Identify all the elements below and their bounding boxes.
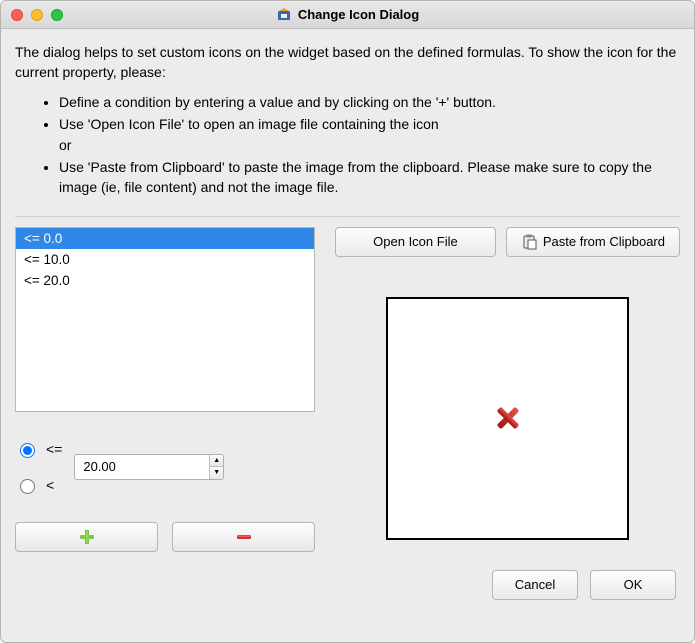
operator-radios: <= < — [15, 440, 62, 494]
radio-lte-input[interactable] — [20, 443, 35, 458]
dialog-content: The dialog helps to set custom icons on … — [1, 29, 694, 642]
window-title-wrap: Change Icon Dialog — [1, 7, 694, 23]
app-icon — [276, 7, 292, 23]
open-icon-file-button[interactable]: Open Icon File — [335, 227, 496, 257]
help-bullet-2: Use 'Open Icon File' to open an image fi… — [59, 114, 680, 155]
cancel-button[interactable]: Cancel — [492, 570, 578, 600]
icon-source-buttons: Open Icon File Paste from Clipboard — [335, 227, 680, 257]
ok-button[interactable]: OK — [590, 570, 676, 600]
radio-lte-label: <= — [46, 441, 62, 457]
left-column: <= 0.0<= 10.0<= 20.0 <= < — [15, 227, 315, 552]
clipboard-icon — [521, 234, 537, 250]
add-condition-button[interactable] — [15, 522, 158, 552]
value-spinner-wrap: ▲ ▼ — [74, 440, 315, 494]
paste-from-clipboard-button[interactable]: Paste from Clipboard — [506, 227, 680, 257]
condition-list-item[interactable]: <= 0.0 — [16, 228, 314, 249]
titlebar: Change Icon Dialog — [1, 1, 694, 29]
radio-lte[interactable]: <= — [15, 440, 62, 458]
value-spinner[interactable]: ▲ ▼ — [74, 454, 224, 480]
help-bullets: Define a condition by entering a value a… — [15, 92, 680, 199]
value-input[interactable] — [75, 455, 209, 479]
radio-lt-input[interactable] — [20, 479, 35, 494]
window-title: Change Icon Dialog — [298, 7, 419, 22]
right-column: Open Icon File Paste from Clipboard — [335, 227, 680, 552]
icon-preview — [386, 297, 629, 540]
condition-editor: <= < ▲ ▼ — [15, 440, 315, 494]
plus-icon — [78, 528, 96, 546]
spinner-up[interactable]: ▲ — [210, 455, 223, 468]
spinner-buttons: ▲ ▼ — [209, 455, 223, 479]
condition-list[interactable]: <= 0.0<= 10.0<= 20.0 — [15, 227, 315, 412]
radio-lt[interactable]: < — [15, 476, 62, 494]
condition-list-item[interactable]: <= 10.0 — [16, 249, 314, 270]
minus-icon — [235, 528, 253, 546]
help-bullet-3: Use 'Paste from Clipboard' to paste the … — [59, 157, 680, 198]
spinner-down[interactable]: ▼ — [210, 467, 223, 479]
change-icon-dialog: Change Icon Dialog The dialog helps to s… — [0, 0, 695, 643]
help-bullet-1: Define a condition by entering a value a… — [59, 92, 680, 112]
help-intro: The dialog helps to set custom icons on … — [15, 43, 680, 82]
add-remove-row — [15, 522, 315, 552]
remove-condition-button[interactable] — [172, 522, 315, 552]
main-row: <= 0.0<= 10.0<= 20.0 <= < — [15, 227, 680, 552]
x-icon — [492, 402, 524, 434]
condition-list-item[interactable]: <= 20.0 — [16, 270, 314, 291]
separator — [15, 216, 680, 217]
radio-lt-label: < — [46, 477, 54, 493]
dialog-footer: Cancel OK — [15, 570, 680, 600]
